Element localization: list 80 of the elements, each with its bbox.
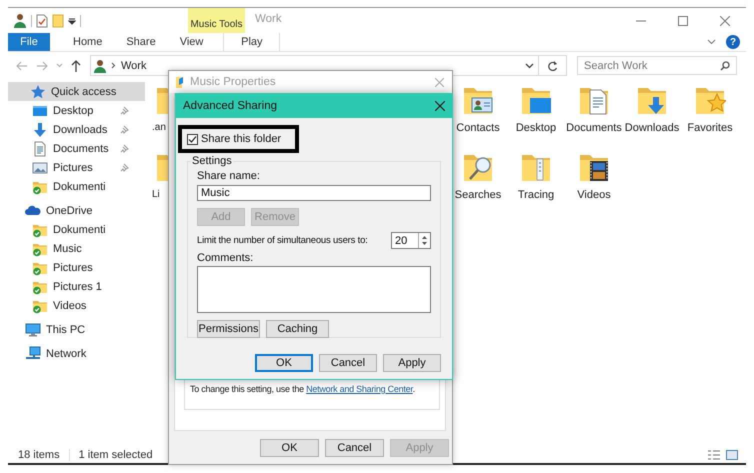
ribbon-tab[interactable]: View <box>168 33 216 51</box>
checkbox-label: Share this folder <box>201 133 282 145</box>
address-path: Work <box>121 60 146 72</box>
details-view-icon[interactable] <box>708 450 720 460</box>
button[interactable]: Cancel <box>325 438 384 456</box>
forward-icon[interactable] <box>36 60 48 70</box>
ribbon-tab[interactable]: Share <box>114 33 168 51</box>
network-link[interactable]: Network and Sharing Center <box>306 384 413 394</box>
dropdown-icon[interactable] <box>68 16 76 24</box>
button[interactable]: Apply <box>383 354 441 372</box>
folder-item[interactable]: Documents <box>565 84 623 151</box>
field-label: Share name: <box>197 170 261 182</box>
sidebar-item[interactable]: Pictures <box>8 158 145 177</box>
setting-note: To change this setting, use the Network and Sharing Center. <box>190 384 415 394</box>
sidebar-item[interactable]: OneDrive <box>8 201 145 220</box>
sidebar-item[interactable]: Network <box>8 344 145 363</box>
search-field[interactable]: Search Work <box>577 56 737 75</box>
refresh-icon[interactable] <box>547 60 558 72</box>
spinner-arrows-icon[interactable] <box>418 233 430 248</box>
file-tab[interactable]: File <box>8 33 50 51</box>
sidebar-item[interactable]: Quick access <box>8 82 145 101</box>
field-label: Comments: <box>197 252 254 264</box>
recent-icon[interactable] <box>56 63 63 68</box>
selection-count: 1 item selected <box>68 449 153 461</box>
sidebar-item[interactable]: Pictures 1 <box>8 277 145 296</box>
folder-item[interactable]: Tracing <box>507 151 565 218</box>
sidebar-item[interactable]: Pictures <box>8 258 145 277</box>
field-label: Limit the number of simultaneous users to: <box>197 235 368 246</box>
contextual-tab-group: Music Tools <box>188 8 245 33</box>
user-icon <box>94 58 106 72</box>
sidebar-item[interactable]: Dokumenti <box>8 177 145 196</box>
large-icons-view-icon[interactable] <box>726 450 738 460</box>
download-icon <box>32 122 48 138</box>
button[interactable]: Cancel <box>319 354 377 372</box>
close-icon[interactable] <box>720 16 730 26</box>
expand-ribbon-icon[interactable] <box>707 39 716 45</box>
folder-item[interactable]: Desktop <box>507 84 565 151</box>
up-icon[interactable] <box>71 60 81 72</box>
button[interactable]: OK <box>260 438 319 456</box>
properties-icon[interactable] <box>36 14 48 28</box>
sidebar-item[interactable]: Videos <box>8 296 145 315</box>
dialog-title: Advanced Sharing <box>183 100 277 112</box>
folder-item[interactable]: Videos <box>565 151 623 218</box>
window-title: Work <box>255 12 282 26</box>
sidebar-item[interactable]: Downloads <box>8 120 145 139</box>
dropdown-icon[interactable] <box>525 62 534 68</box>
network-icon <box>25 346 41 362</box>
help-button[interactable]: ? <box>726 35 740 49</box>
picture-icon <box>32 160 48 176</box>
ribbon-tab[interactable]: Play <box>223 33 280 51</box>
chevron-icon <box>111 62 116 69</box>
folder-item[interactable]: Contacts <box>449 84 507 151</box>
sidebar-item[interactable]: Desktop <box>8 101 145 120</box>
folder-item[interactable]: Downloads <box>623 84 681 151</box>
button[interactable]: OK <box>255 354 313 372</box>
document-icon <box>32 140 48 156</box>
user-limit-spinner[interactable]: 20 <box>391 232 431 249</box>
button[interactable]: Permissions <box>197 320 260 338</box>
item-count: 18 items <box>18 449 60 461</box>
sidebar-item[interactable]: Documents <box>8 139 145 158</box>
music-folder-icon <box>175 76 185 88</box>
maximize-icon[interactable] <box>678 16 688 26</box>
computer-icon <box>25 322 41 338</box>
checkbox[interactable] <box>187 134 198 144</box>
dialog-title: Music Properties <box>190 76 276 88</box>
ribbon-tab[interactable]: Home <box>61 33 114 51</box>
comments-field[interactable] <box>197 266 431 313</box>
sidebar-item[interactable]: This PC <box>8 320 145 339</box>
button[interactable]: Caching <box>266 320 329 338</box>
close-icon[interactable] <box>435 101 445 111</box>
folder-item[interactable]: Searches <box>449 151 507 218</box>
back-icon[interactable] <box>16 60 28 70</box>
star-icon <box>30 84 46 100</box>
group-label: Settings <box>191 155 233 167</box>
sidebar-item[interactable]: Dokumenti <box>8 220 145 239</box>
search-icon <box>720 60 730 70</box>
share-name-field[interactable]: Music <box>197 185 431 201</box>
folder-item[interactable]: Favorites <box>681 84 739 151</box>
sidebar-item[interactable]: Music <box>8 239 145 258</box>
user-icon[interactable] <box>13 12 27 28</box>
